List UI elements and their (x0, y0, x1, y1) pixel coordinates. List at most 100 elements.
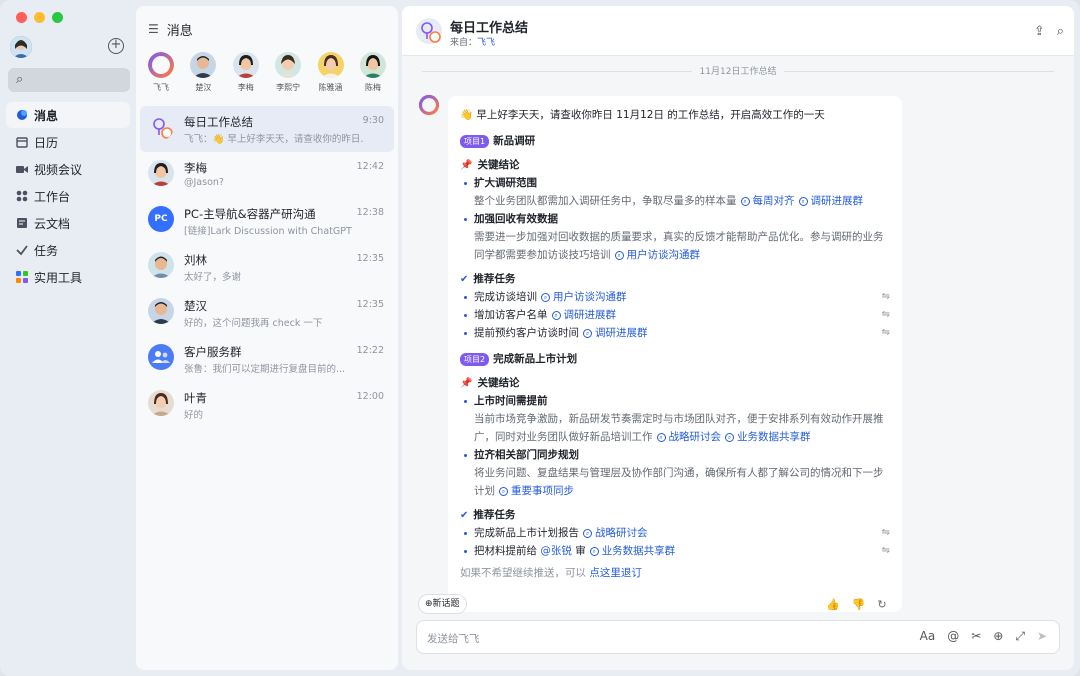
sidebar-item-workspace[interactable]: 工作台 (6, 183, 130, 209)
chat-item[interactable]: 楚汉 好的，这个问题我再 check 一下 12:35 (140, 290, 394, 336)
add-icon[interactable]: + (108, 38, 124, 54)
chat-item[interactable]: PC PC-主导航&容器产研沟通 [链接]Lark Discussion wit… (140, 198, 394, 244)
chat-item[interactable]: 刘林 太好了，多谢 12:35 (140, 244, 394, 290)
chat-link[interactable]: ⌕ 每周对齐 (737, 195, 795, 207)
filter-icon[interactable]: ☰ (148, 22, 159, 36)
message-reactions: 👍 👎 ↻ (826, 598, 887, 611)
chat-time: 9:30 (362, 115, 384, 126)
avatar (148, 298, 174, 324)
section-conclusion: 📌 关键结论 (460, 377, 520, 389)
scissors-icon[interactable]: ✂ (971, 629, 981, 644)
add-task-icon[interactable]: ⇋ (882, 288, 890, 306)
chat-link[interactable]: ⌕ 业务数据共享群 (586, 545, 675, 557)
search-icon[interactable]: ⌕ (1057, 24, 1064, 39)
refresh-icon[interactable]: ↻ (877, 598, 886, 611)
thumbs-down-icon[interactable]: 👎 (852, 598, 866, 611)
add-icon[interactable]: ⊕ (993, 629, 1003, 644)
pinned-contact[interactable]: 楚汉 (184, 52, 222, 106)
bot-avatar[interactable] (416, 18, 442, 44)
pinned-contact[interactable]: 陈雅涵 (312, 52, 350, 106)
chat-item[interactable]: 叶青 好的 12:00 (140, 382, 394, 428)
sidebar-item-label: 日历 (34, 135, 59, 150)
pinned-contact[interactable]: 李熙宁 (269, 52, 307, 106)
sidebar-item-label: 视频会议 (34, 162, 83, 177)
new-topic-button[interactable]: ⊕新话题 (418, 594, 467, 614)
add-task-icon[interactable]: ⇋ (882, 324, 890, 342)
unsubscribe-link[interactable]: 点这里退订 (589, 567, 642, 579)
user-avatar[interactable] (10, 36, 32, 58)
sidebar-item-label: 消息 (34, 108, 59, 123)
mention[interactable]: @张锐 (540, 545, 572, 557)
sidebar-item-tools[interactable]: 实用工具 (6, 264, 130, 290)
sidebar-item-video[interactable]: 视频会议 (6, 156, 130, 182)
chat-item[interactable]: 李梅 @Jason? 12:42 (140, 152, 394, 198)
chat-name: PC-主导航&容器产研沟通 (184, 207, 316, 221)
add-task-icon[interactable]: ⇋ (882, 542, 890, 560)
chat-preview: 好的，这个问题我再 check 一下 (184, 318, 323, 329)
pinned-contact[interactable]: 李梅 (227, 52, 265, 106)
add-task-icon[interactable]: ⇋ (882, 524, 890, 542)
point-text: 整个业务团队都需加入调研任务中，争取尽量多的样本量 ⌕ 每周对齐 ⌕ 调研进展群 (474, 195, 863, 207)
sidebar-item-calendar[interactable]: 日历 (6, 129, 130, 155)
chat-link[interactable]: ⌕ 战略研讨会 (653, 431, 721, 443)
point-text: 同学都需要参加访谈技巧培训 ⌕ 用户访谈沟通群 (474, 249, 700, 261)
avatar (275, 52, 302, 78)
chat-preview: 飞飞：👋 早上好李天天，请查收你的昨日... (184, 134, 364, 145)
avatar (148, 252, 174, 278)
pin-icon: 📌 (460, 378, 473, 389)
point-title: 上市时间需提前 (460, 392, 892, 410)
chat-link[interactable]: ⌕ 调研进展群 (548, 309, 616, 321)
expand-icon[interactable]: ⤢ (1015, 629, 1025, 644)
conversation-panel: 每日工作总结 来自：飞飞 ⇪ ⌕ 11月12日工作总结 👋 早上好李天天，请查收… (402, 6, 1074, 670)
project-name: 新品调研 (493, 135, 536, 147)
chat-name: 楚汉 (184, 299, 207, 313)
sidebar-item-tasks[interactable]: 任务 (6, 237, 130, 263)
section-tasks: ✔ 推荐任务 (460, 273, 516, 285)
chat-item[interactable]: 每日工作总结 飞飞：👋 早上好李天天，请查收你的昨日... 9:30 (140, 106, 394, 152)
sidebar-item-label: 任务 (34, 243, 59, 258)
pinned-contact[interactable]: 陈梅 (354, 52, 392, 106)
bot-avatar[interactable] (418, 94, 440, 116)
chat-link[interactable]: ⌕ 调研进展群 (579, 327, 648, 339)
task-item: 提前预约客户访谈时间 ⌕ 调研进展群 ⇋ (460, 324, 892, 342)
sidebar-item-docs[interactable]: 云文档 (6, 210, 130, 236)
conversation-source: 来自：飞飞 (450, 35, 495, 48)
message-input[interactable]: 发送给飞飞 Aa @ ✂ ⊕ ⤢ ➤ (416, 620, 1060, 654)
chat-item[interactable]: 客户服务群 张鲁：我们可以定期进行复盘目前的... 12:22 (140, 336, 394, 382)
project-name: 完成新品上市计划 (493, 353, 578, 365)
chat-time: 12:00 (356, 391, 384, 402)
chat-link[interactable]: ⌕ 业务数据共享群 (721, 431, 811, 443)
chat-link[interactable]: ⌕ 重要事项同步 (495, 485, 574, 497)
chat-list-title: 消息 (166, 23, 193, 39)
add-task-icon[interactable]: ⇋ (882, 306, 890, 324)
send-icon[interactable]: ➤ (1037, 629, 1047, 644)
search-input[interactable]: ⌕ (8, 68, 130, 92)
point-title: 拉齐相关部门同步规划 (460, 446, 892, 464)
chat-link[interactable]: ⌕ 调研进展群 (795, 195, 863, 207)
task-item: 增加访客户名单 ⌕ 调研进展群 ⇋ (460, 306, 892, 324)
share-icon[interactable]: ⇪ (1034, 24, 1045, 39)
chat-link[interactable]: ⌕ 用户访谈沟通群 (537, 291, 627, 303)
chat-preview: 太好了，多谢 (184, 272, 242, 283)
chat-list-panel: ☰ 消息 飞飞 楚汉 李梅 李熙宁 陈雅涵 陈梅 每日工作总结 飞飞：👋 早上好… (136, 6, 398, 670)
pinned-name: 飞飞 (153, 83, 169, 92)
pinned-name: 李梅 (237, 83, 254, 92)
task-icon (16, 244, 28, 256)
text-format-icon[interactable]: Aa (920, 629, 936, 644)
chat-preview: 好的 (184, 410, 204, 421)
point-text: 计划 ⌕ 重要事项同步 (474, 485, 574, 497)
thumbs-up-icon[interactable]: 👍 (826, 598, 840, 611)
source-name[interactable]: 飞飞 (477, 38, 495, 48)
chat-time: 12:22 (356, 345, 384, 356)
input-toolbar: Aa @ ✂ ⊕ ⤢ ➤ (920, 629, 1047, 644)
mention-icon[interactable]: @ (947, 629, 959, 644)
chat-link[interactable]: ⌕ 战略研讨会 (579, 527, 648, 539)
chat-time: 12:35 (356, 253, 384, 264)
sidebar-item-messages[interactable]: 消息 (6, 102, 130, 128)
pinned-contact[interactable]: 飞飞 (142, 52, 180, 106)
sidebar-item-label: 云文档 (34, 216, 71, 231)
project-tag: 项目1 (460, 134, 490, 148)
avatar (148, 390, 174, 416)
chat-name: 李梅 (184, 161, 207, 175)
chat-link[interactable]: ⌕ 用户访谈沟通群 (611, 249, 700, 261)
